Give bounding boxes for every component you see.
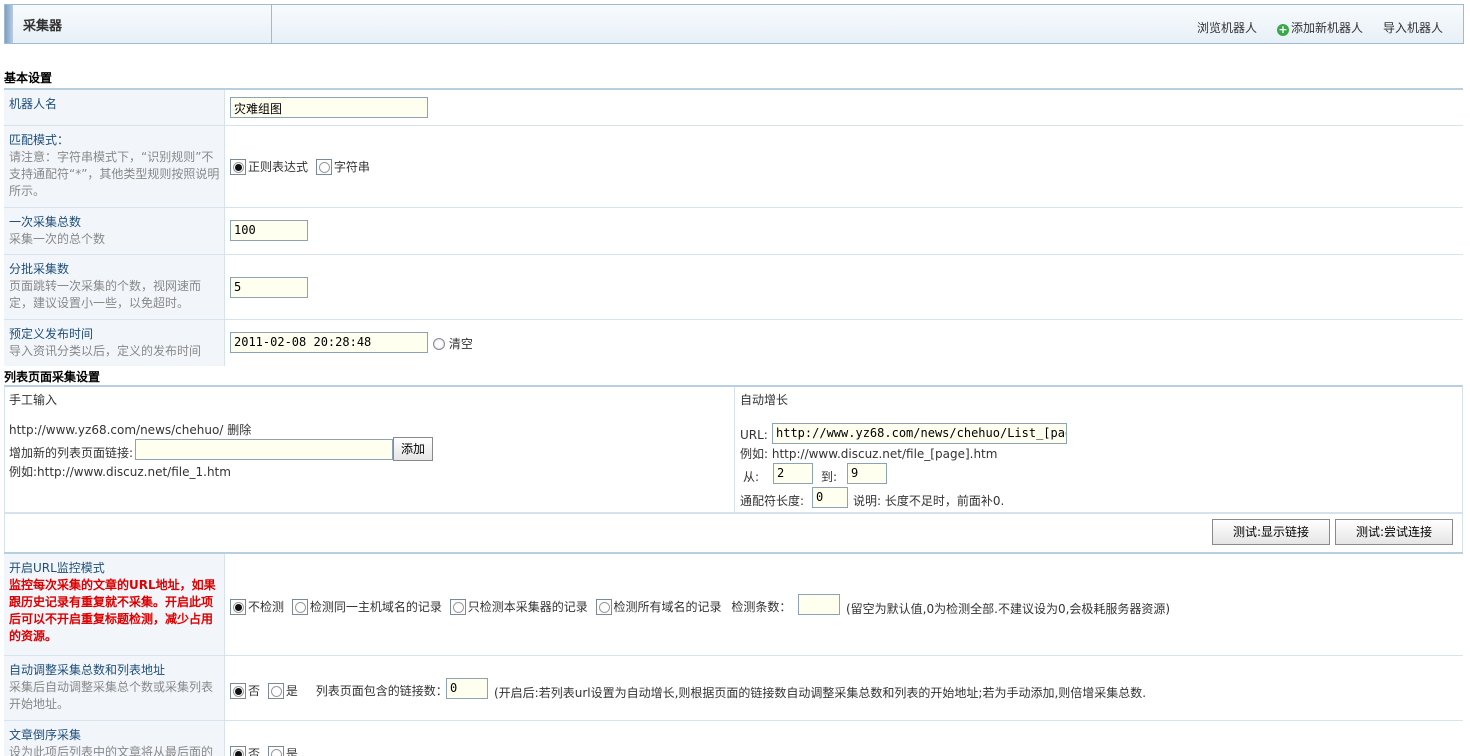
match-mode-desc: 请注意：字符串模式下，“识别规则”不支持通配符“*”，其他类型规则按照说明所示。 xyxy=(9,150,220,198)
add-robot-label: 添加新机器人 xyxy=(1290,21,1363,35)
total-desc: 采集一次的总个数 xyxy=(9,232,106,246)
publish-time-input[interactable]: 2011-02-08 20:28:48 xyxy=(230,332,428,353)
delete-url-link[interactable]: 删除 xyxy=(227,423,251,437)
add-icon: + xyxy=(1276,23,1289,36)
from-label: 从: xyxy=(743,470,760,484)
reverse-yes-label: 是 xyxy=(285,747,298,756)
publish-time-desc: 导入资讯分类以后，定义的发布时间 xyxy=(9,344,202,358)
reverse-label: 文章倒序采集 xyxy=(9,728,82,742)
publish-time-row: 预定义发布时间导入资讯分类以后，定义的发布时间 2011-02-08 20:28… xyxy=(4,319,1463,366)
reverse-options: 否 是 xyxy=(230,745,298,756)
links-count-input[interactable]: 0 xyxy=(446,678,488,699)
add-robot-link[interactable]: + 添加新机器人 xyxy=(1276,19,1363,36)
list-settings-panel: 手工输入 http://www.yz68.com/news/chehuo/ 删除… xyxy=(4,385,1463,513)
from-input[interactable]: 2 xyxy=(773,463,813,484)
to-label: 到: xyxy=(821,470,838,484)
radio-reverse-no[interactable] xyxy=(230,746,246,756)
total-input[interactable]: 100 xyxy=(230,220,308,241)
no-check-label: 不检测 xyxy=(248,600,285,614)
robot-name-label: 机器人名 xyxy=(9,97,58,111)
to-input[interactable]: 9 xyxy=(847,463,887,484)
header-accent-bar xyxy=(5,5,13,43)
manual-url: http://www.yz68.com/news/chehuo/ xyxy=(9,423,224,437)
browse-robots-link[interactable]: 浏览机器人 xyxy=(1197,19,1257,36)
batch-row: 分批采集数页面跳转一次采集的个数，视网速而定，建议设置小一些，以免超时。 5 xyxy=(4,254,1463,319)
auto-adjust-row: 自动调整采集总数和列表地址采集后自动调整采集总个数或采集列表开始地址。 否 是 … xyxy=(4,655,1463,720)
radio-string[interactable] xyxy=(315,159,332,175)
add-list-label: 增加新的列表页面链接: xyxy=(9,446,134,460)
test-connect-button[interactable]: 测试:尝试连接 xyxy=(1335,519,1453,545)
total-label: 一次采集总数 xyxy=(9,215,82,229)
url-monitor-label: 开启URL监控模式 xyxy=(9,561,105,575)
radio-auto-adjust-no[interactable] xyxy=(230,683,246,699)
page-header: 采集器 浏览机器人 + 添加新机器人 导入机器人 xyxy=(4,4,1464,44)
radio-no-check[interactable] xyxy=(230,599,246,615)
all-domains-label: 检测所有域名的记录 xyxy=(613,600,722,614)
reverse-desc: 设为此项后列表中的文章将从最后面的 xyxy=(9,745,214,756)
wildcard-label: 通配符长度: xyxy=(740,494,805,508)
batch-input[interactable]: 5 xyxy=(230,277,308,298)
wildcard-input[interactable]: 0 xyxy=(812,487,848,508)
auto-adjust-options: 否 是 列表页面包含的链接数： xyxy=(230,682,448,699)
links-count-label: 列表页面包含的链接数： xyxy=(315,684,448,698)
this-collector-label: 只检测本采集器的记录 xyxy=(467,600,588,614)
manual-input-title: 手工输入 xyxy=(9,393,58,407)
auto-adjust-desc: 采集后自动调整采集总个数或采集列表开始地址。 xyxy=(9,680,214,711)
auto-adjust-label: 自动调整采集总数和列表地址 xyxy=(9,663,166,677)
test-buttons-row: 测试:显示链接 测试:尝试连接 xyxy=(4,513,1463,552)
auto-example: 例如: http://www.discuz.net/file_[page].ht… xyxy=(740,447,998,461)
header-links: 浏览机器人 + 添加新机器人 导入机器人 xyxy=(1197,19,1443,36)
import-robots-link[interactable]: 导入机器人 xyxy=(1383,19,1443,36)
auto-adjust-yes-label: 是 xyxy=(285,684,298,698)
reverse-row: 文章倒序采集设为此项后列表中的文章将从最后面的 否 是 xyxy=(4,720,1463,756)
auto-adjust-no-label: 否 xyxy=(248,684,261,698)
wildcard-note: 说明: 长度不足时，前面补0. xyxy=(853,494,1005,508)
robot-name-row: 机器人名 灾难组图 xyxy=(4,88,1463,125)
batch-label: 分批采集数 xyxy=(9,262,70,276)
test-show-links-button[interactable]: 测试:显示链接 xyxy=(1212,519,1330,545)
radio-reverse-yes[interactable] xyxy=(267,746,284,756)
add-list-input[interactable] xyxy=(135,439,393,460)
page-title: 采集器 xyxy=(23,19,63,34)
radio-same-host[interactable] xyxy=(291,599,308,615)
regex-label: 正则表达式 xyxy=(248,160,309,174)
auto-url-label: URL: xyxy=(740,428,768,442)
check-count-note: (留空为默认值,0为检测全部.不建议设为0,会极耗服务器资源) xyxy=(846,602,1171,616)
publish-time-label: 预定义发布时间 xyxy=(9,327,94,341)
same-host-label: 检测同一主机域名的记录 xyxy=(309,600,442,614)
clear-time-link[interactable]: 清空 xyxy=(449,337,473,351)
radio-all-domains[interactable] xyxy=(595,599,612,615)
batch-desc: 页面跳转一次采集的个数，视网速而定，建议设置小一些，以免超时。 xyxy=(9,279,202,310)
radio-auto-adjust-yes[interactable] xyxy=(267,683,284,699)
match-mode-row: 匹配模式： 请注意：字符串模式下，“识别规则”不支持通配符“*”，其他类型规则按照… xyxy=(4,125,1463,207)
reverse-no-label: 否 xyxy=(248,747,261,756)
auto-url-input[interactable]: http://www.yz68.com/news/chehuo/List_[pa… xyxy=(772,423,1067,444)
robot-name-input[interactable]: 灾难组图 xyxy=(230,97,428,118)
manual-example: 例如:http://www.discuz.net/file_1.htm xyxy=(9,465,231,479)
auto-increment-title: 自动增长 xyxy=(740,393,789,407)
calendar-icon[interactable] xyxy=(433,338,445,350)
auto-adjust-note: (开启后:若列表url设置为自动增长,则根据页面的链接数自动调整采集总数和列表的… xyxy=(494,686,1147,700)
url-monitor-desc: 监控每次采集的文章的URL地址，如果跟历史记录有重复就不采集。开启此项后可以不开… xyxy=(9,578,216,643)
url-monitor-options: 不检测 检测同一主机域名的记录 只检测本采集器的记录 检测所有域名的记录 检测条… xyxy=(230,598,791,615)
basic-settings-title: 基本设置 xyxy=(4,71,53,85)
check-count-input[interactable] xyxy=(798,594,840,615)
url-monitor-row: 开启URL监控模式监控每次采集的文章的URL地址，如果跟历史记录有重复就不采集。… xyxy=(4,552,1463,655)
add-list-button[interactable]: 添加 xyxy=(393,437,433,461)
check-count-label: 检测条数： xyxy=(731,600,792,614)
radio-regex[interactable] xyxy=(230,159,246,175)
match-mode-label: 匹配模式： xyxy=(9,133,70,147)
total-row: 一次采集总数采集一次的总个数 100 xyxy=(4,207,1463,254)
match-mode-options: 正则表达式 字符串 xyxy=(230,158,370,175)
list-settings-title: 列表页面采集设置 xyxy=(4,370,101,384)
string-label: 字符串 xyxy=(333,160,370,174)
radio-this-collector[interactable] xyxy=(449,599,466,615)
header-divider xyxy=(271,5,272,43)
